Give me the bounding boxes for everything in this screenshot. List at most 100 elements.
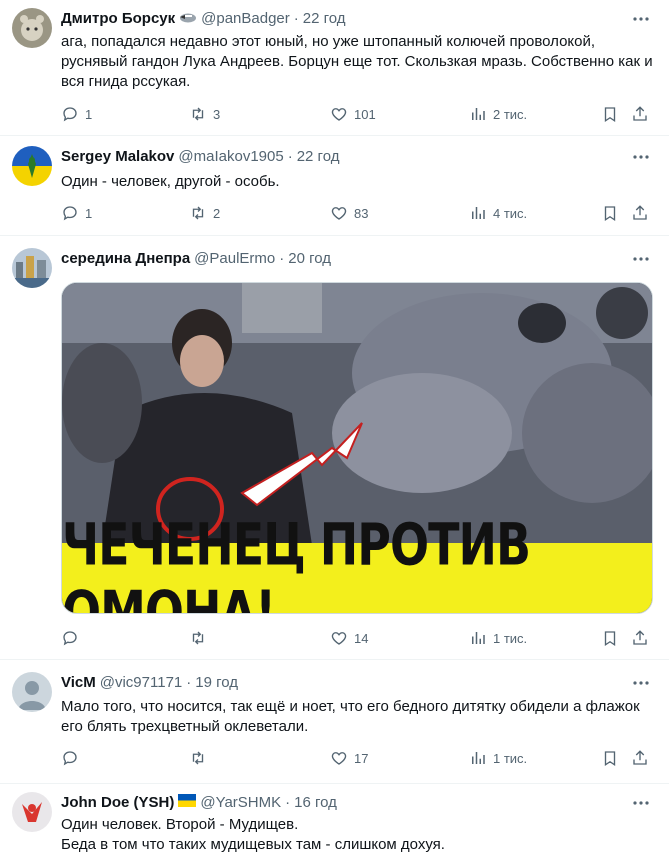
separator-dot: · — [285, 794, 291, 811]
retweet-icon — [192, 107, 204, 121]
views-chart-icon — [472, 207, 485, 219]
like-button[interactable]: 17 — [330, 748, 368, 768]
action-bar: 17 1 тис. — [61, 748, 647, 768]
more-options-button[interactable] — [631, 793, 651, 813]
display-name[interactable]: John Doe (YSH) — [61, 793, 174, 813]
tweet-text: Мало того, что носится, так ещё и ноет, … — [61, 698, 640, 735]
more-options-button[interactable] — [631, 147, 651, 167]
timestamp[interactable]: 16 год — [294, 793, 337, 813]
reply-count: 1 — [85, 205, 93, 221]
views-chart-icon — [472, 108, 485, 120]
reply-button[interactable]: 1 — [61, 104, 92, 124]
timestamp[interactable]: 20 год — [288, 249, 331, 269]
views-chart-icon — [472, 752, 485, 764]
share-icon — [633, 630, 647, 645]
like-count: 101 — [354, 106, 376, 122]
avatar[interactable] — [12, 146, 52, 186]
like-button[interactable]: 14 — [330, 628, 368, 648]
retweet-count: 3 — [213, 106, 221, 122]
tweet-header: VicM @vic971171 · 19 год — [61, 673, 238, 693]
tweet[interactable]: середина Днепра @PaulErmo · 20 год ЧЕЧЕН… — [0, 236, 669, 660]
tweet[interactable]: VicM @vic971171 · 19 год Мало того, что … — [0, 660, 669, 784]
tweet[interactable]: Sergey Malakov @maIakov1905 · 22 год Оди… — [0, 136, 669, 236]
reply-button[interactable] — [61, 628, 79, 648]
views-button[interactable]: 1 тис. — [469, 748, 527, 768]
tweet-header: Дмитро Борсук @panBadger · 22 год — [61, 9, 346, 29]
view-count: 1 тис. — [493, 750, 528, 766]
timestamp[interactable]: 22 год — [297, 147, 340, 167]
bookmark-button[interactable] — [601, 104, 619, 124]
caption-banner: ЧЕЧЕНЕЦ ПРОТИВ ОМОНА! — [62, 511, 652, 613]
like-count: 17 — [354, 750, 369, 766]
like-button[interactable]: 83 — [330, 203, 368, 223]
retweet-button[interactable]: 3 — [189, 104, 220, 124]
display-name[interactable]: Sergey Malakov — [61, 147, 174, 167]
views-button[interactable]: 1 тис. — [469, 628, 527, 648]
more-dots-icon — [633, 17, 649, 21]
heart-icon — [331, 108, 347, 121]
action-bar: 1 2 83 4 тис. — [61, 203, 647, 223]
tweet-text: ага, попадался недавно этот юный, но уже… — [61, 33, 653, 90]
retweet-icon — [192, 631, 204, 645]
reply-icon — [63, 206, 77, 221]
avatar[interactable] — [12, 672, 52, 712]
bookmark-button[interactable] — [601, 203, 619, 223]
user-handle[interactable]: @YarSHMK — [200, 793, 281, 813]
tweet-header: Sergey Malakov @maIakov1905 · 22 год — [61, 147, 339, 167]
avatar[interactable] — [12, 792, 52, 832]
more-options-button[interactable] — [631, 673, 651, 693]
display-name[interactable]: VicM — [61, 673, 96, 693]
more-dots-icon — [633, 155, 649, 159]
share-icon — [633, 205, 647, 220]
heart-icon — [331, 207, 347, 220]
reply-button[interactable] — [61, 748, 79, 768]
retweet-button[interactable]: 2 — [189, 203, 220, 223]
bookmark-icon — [604, 206, 616, 222]
display-name[interactable]: середина Днепра — [61, 249, 190, 269]
more-dots-icon — [633, 801, 649, 805]
user-handle[interactable]: @PaulErmo — [194, 249, 275, 269]
share-button[interactable] — [631, 748, 649, 768]
separator-dot: · — [186, 674, 192, 691]
views-button[interactable]: 4 тис. — [469, 203, 527, 223]
retweet-button[interactable] — [189, 748, 207, 768]
like-button[interactable]: 101 — [330, 104, 376, 124]
reply-icon — [63, 751, 77, 766]
share-button[interactable] — [631, 104, 649, 124]
avatar[interactable] — [12, 8, 52, 48]
views-button[interactable]: 2 тис. — [469, 104, 527, 124]
share-button[interactable] — [631, 628, 649, 648]
bookmark-icon — [604, 631, 616, 647]
photo-scene — [62, 283, 652, 545]
tweet[interactable]: Дмитро Борсук @panBadger · 22 год ага, п… — [0, 0, 669, 136]
view-count: 2 тис. — [493, 106, 528, 122]
more-dots-icon — [633, 681, 649, 685]
retweet-button[interactable] — [189, 628, 207, 648]
timestamp[interactable]: 22 год — [303, 9, 346, 29]
more-options-button[interactable] — [631, 249, 651, 269]
user-handle[interactable]: @maIakov1905 — [178, 147, 283, 167]
bookmark-icon — [604, 751, 616, 767]
bookmark-button[interactable] — [601, 628, 619, 648]
more-options-button[interactable] — [631, 9, 651, 29]
tweet[interactable]: John Doe (YSH) @YarSHMK · 16 год Один че… — [0, 784, 669, 861]
display-name[interactable]: Дмитро Борсук — [61, 9, 175, 29]
user-handle[interactable]: @panBadger — [201, 9, 290, 29]
timestamp[interactable]: 19 год — [195, 673, 238, 693]
more-dots-icon — [633, 257, 649, 261]
tweet-header: John Doe (YSH) @YarSHMK · 16 год — [61, 793, 337, 813]
media-image[interactable]: ЧЕЧЕНЕЦ ПРОТИВ ОМОНА! — [61, 282, 653, 614]
view-count: 4 тис. — [493, 205, 528, 221]
share-icon — [633, 106, 647, 121]
share-button[interactable] — [631, 203, 649, 223]
share-icon — [633, 750, 647, 765]
badger-emoji-icon — [179, 9, 197, 29]
user-handle[interactable]: @vic971171 — [100, 673, 183, 693]
reply-count: 1 — [85, 106, 93, 122]
heart-icon — [331, 632, 347, 645]
views-chart-icon — [472, 632, 485, 644]
reply-button[interactable]: 1 — [61, 203, 92, 223]
separator-dot: · — [287, 148, 293, 165]
bookmark-button[interactable] — [601, 748, 619, 768]
avatar[interactable] — [12, 248, 52, 288]
